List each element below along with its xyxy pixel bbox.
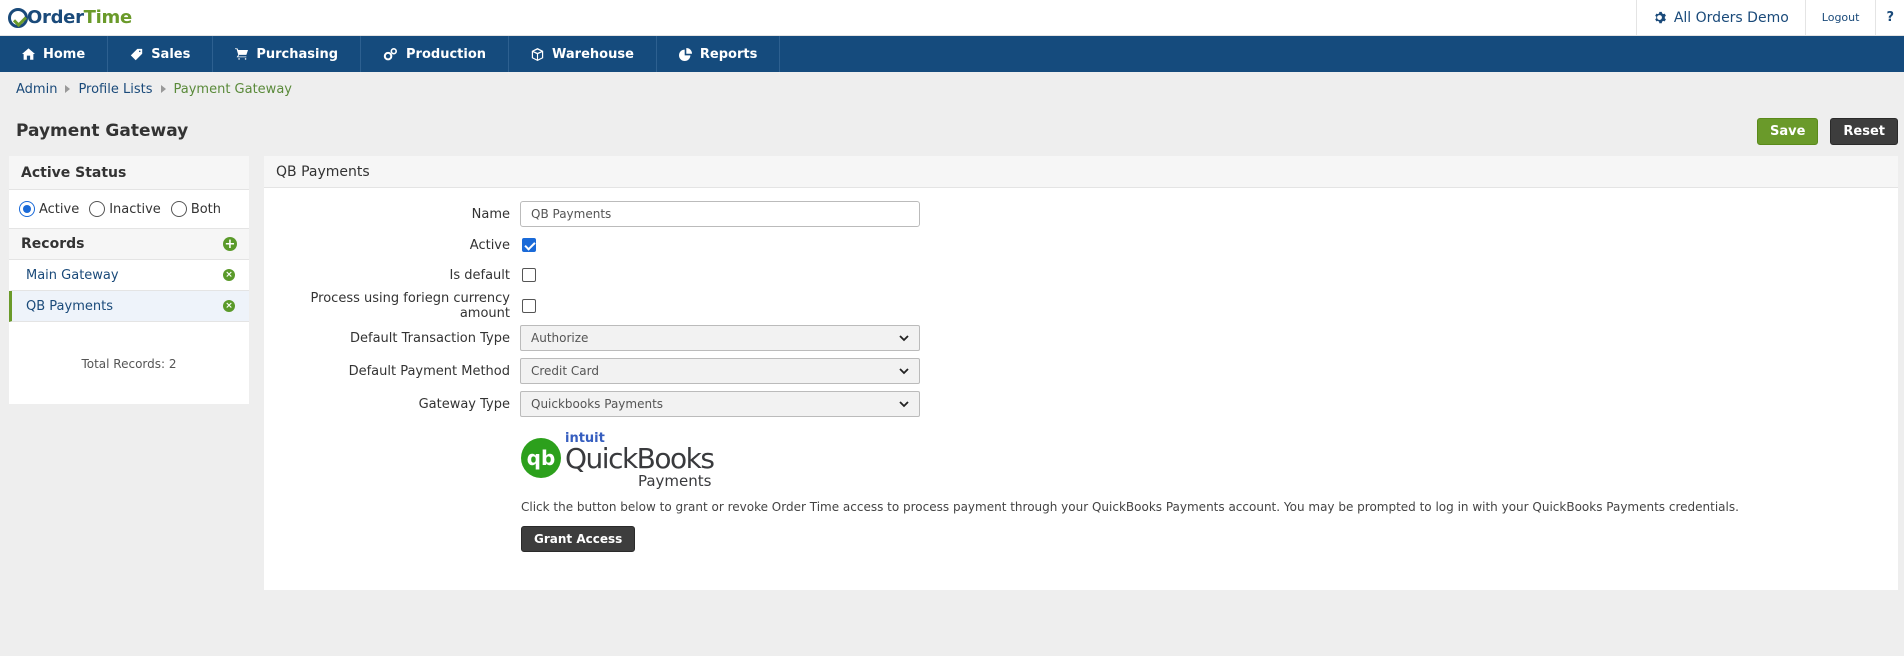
record-detail-panel: QB Payments Name QB Payments Active Is d… (264, 156, 1898, 590)
panel-title: QB Payments (264, 156, 1898, 188)
pie-chart-icon (678, 47, 692, 61)
radio-active-label: Active (39, 201, 80, 217)
is-default-checkbox[interactable] (522, 268, 536, 282)
radio-inactive[interactable] (89, 201, 106, 217)
quickbooks-payments-logo: qb intuit QuickBooks Payments (521, 432, 1898, 492)
nav-reports[interactable]: Reports (657, 36, 781, 72)
breadcrumb-admin[interactable]: Admin (16, 82, 57, 97)
breadcrumb-separator-icon (160, 85, 166, 93)
status-both-option[interactable]: Both (170, 201, 222, 217)
save-button[interactable]: Save (1756, 117, 1819, 145)
quickbooks-wordmark: QuickBooks (565, 442, 715, 475)
logo-text-time: Time (83, 7, 133, 28)
active-label: Active (469, 237, 510, 253)
nav-sales[interactable]: Sales (108, 36, 214, 72)
help-icon[interactable]: ? (1875, 0, 1904, 36)
page-title: Payment Gateway (16, 121, 189, 141)
foreign-currency-checkbox[interactable] (522, 299, 536, 313)
nav-home[interactable]: Home (0, 36, 109, 72)
records-sidebar: Active Status Active Inactive Both Recor… (9, 156, 249, 404)
payment-method-value: Credit Card (531, 364, 599, 378)
logo-o-icon (8, 7, 28, 28)
help-label: ? (1886, 10, 1894, 25)
logout-link[interactable]: Logout (1804, 0, 1876, 36)
gears-icon (383, 47, 398, 60)
breadcrumb-payment-gateway: Payment Gateway (173, 81, 292, 97)
breadcrumb-separator-icon (65, 85, 71, 93)
nav-reports-label: Reports (699, 46, 758, 62)
qb-badge-icon: qb (521, 438, 561, 478)
nav-production-label: Production (406, 46, 487, 62)
status-filter: Active Inactive Both (9, 190, 249, 228)
nav-purchasing[interactable]: Purchasing (213, 36, 362, 72)
nav-warehouse-label: Warehouse (552, 46, 634, 62)
gateway-type-value: Quickbooks Payments (531, 397, 664, 411)
gear-icon (1655, 11, 1666, 24)
payment-method-select[interactable]: Credit Card (520, 358, 920, 384)
reset-button[interactable]: Reset (1830, 117, 1898, 145)
radio-both[interactable] (170, 201, 187, 217)
is-default-label: Is default (449, 267, 510, 283)
radio-active[interactable] (19, 201, 35, 217)
name-input[interactable]: QB Payments (520, 201, 920, 227)
chevron-down-icon (899, 400, 909, 407)
active-checkbox[interactable] (522, 238, 536, 252)
foreign-currency-label: Process using foriegn currency amount (310, 291, 510, 321)
radio-inactive-label: Inactive (109, 201, 161, 217)
payments-wordmark: Payments (637, 472, 712, 490)
grant-access-button[interactable]: Grant Access (521, 526, 636, 552)
record-label: Main Gateway (26, 267, 119, 283)
gateway-type-select[interactable]: Quickbooks Payments (520, 391, 920, 417)
status-active-option[interactable]: Active (19, 201, 79, 217)
company-name: All Orders Demo (1673, 9, 1789, 26)
breadcrumb: Admin Profile Lists Payment Gateway (0, 72, 1904, 106)
box-icon (531, 47, 544, 61)
ordertime-logo[interactable]: Order Time (0, 7, 132, 28)
cart-icon (235, 48, 249, 60)
record-label: QB Payments (26, 298, 113, 314)
payment-method-label: Default Payment Method (348, 363, 510, 379)
total-records: Total Records: 2 (81, 357, 177, 371)
name-label: Name (471, 206, 510, 222)
main-nav: Home Sales Purchasing Production Warehou… (0, 36, 1904, 72)
tag-icon (131, 48, 143, 60)
delete-record-icon[interactable]: × (223, 269, 235, 281)
record-item[interactable]: Main Gateway × (9, 260, 249, 291)
top-bar: Order Time All Orders Demo Logout ? (0, 0, 1904, 36)
chevron-down-icon (899, 334, 909, 341)
active-status-heading: Active Status (9, 156, 249, 190)
radio-both-label: Both (190, 201, 222, 217)
nav-purchasing-label: Purchasing (256, 46, 339, 62)
company-selector[interactable]: All Orders Demo (1635, 0, 1805, 36)
nav-production[interactable]: Production (361, 36, 510, 72)
nav-warehouse[interactable]: Warehouse (509, 36, 657, 72)
grant-access-description: Click the button below to grant or revok… (521, 500, 1739, 514)
logout-label: Logout (1821, 11, 1860, 24)
nav-sales-label: Sales (151, 46, 191, 62)
record-item[interactable]: QB Payments × (9, 291, 249, 322)
home-icon (22, 48, 35, 60)
transaction-type-label: Default Transaction Type (350, 330, 510, 346)
add-record-icon[interactable]: + (223, 237, 237, 251)
breadcrumb-profile-lists[interactable]: Profile Lists (78, 82, 152, 97)
delete-record-icon[interactable]: × (223, 300, 235, 312)
gateway-type-label: Gateway Type (418, 396, 510, 412)
transaction-type-select[interactable]: Authorize (520, 325, 920, 351)
nav-home-label: Home (43, 46, 86, 62)
status-inactive-option[interactable]: Inactive (89, 201, 161, 217)
records-heading: Records (21, 236, 85, 252)
transaction-type-value: Authorize (531, 331, 589, 345)
chevron-down-icon (899, 367, 909, 374)
logo-text-order: Order (27, 7, 84, 28)
